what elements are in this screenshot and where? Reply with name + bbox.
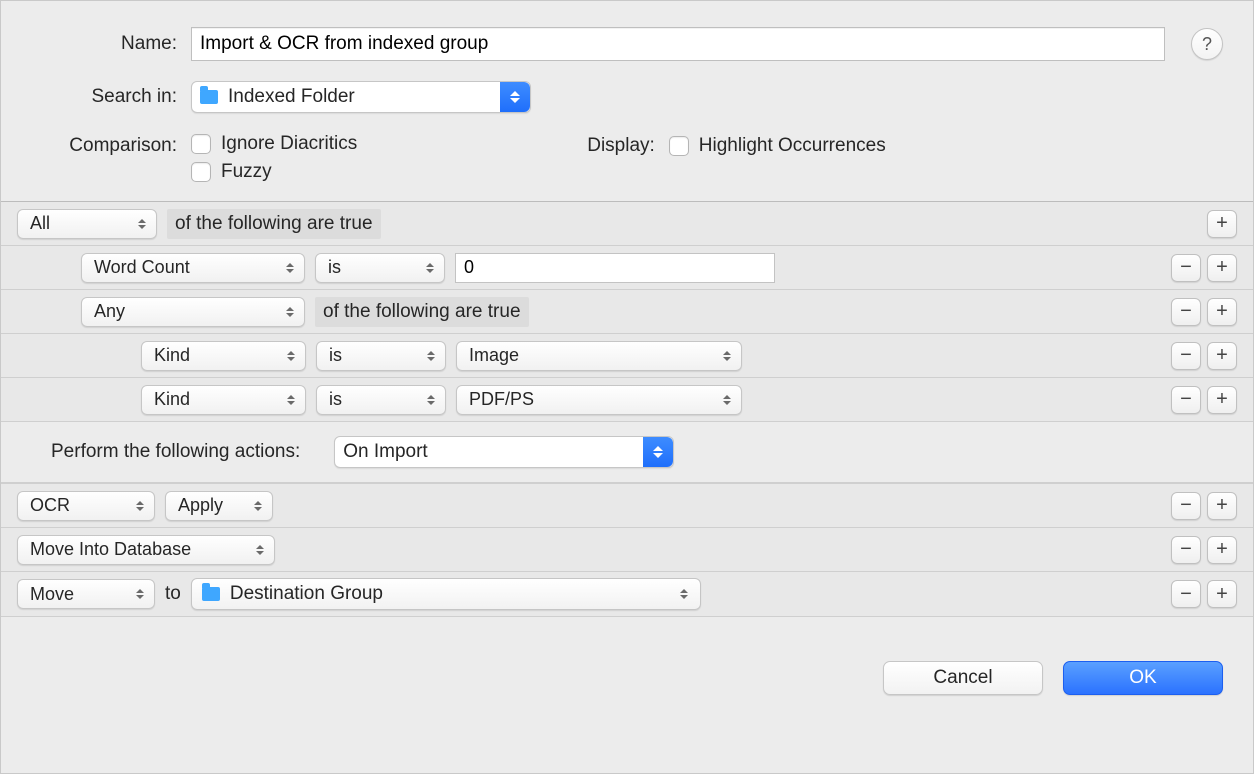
ignore-diacritics-checkbox[interactable] [191, 134, 211, 154]
add-action-button[interactable]: + [1207, 580, 1237, 608]
remove-rule-button[interactable]: − [1171, 298, 1201, 326]
value-select[interactable]: Image [456, 341, 742, 371]
name-label: Name: [31, 33, 191, 55]
name-input[interactable] [191, 27, 1165, 61]
updown-icon [719, 386, 735, 414]
updown-icon [250, 492, 266, 520]
updown-icon [252, 536, 268, 564]
updown-icon [283, 386, 299, 414]
destination-popup[interactable]: Destination Group [191, 578, 701, 610]
updown-icon [676, 579, 692, 609]
operator-select[interactable]: is [316, 341, 446, 371]
action-type-value: Move [30, 584, 74, 605]
field-value: Kind [154, 389, 190, 410]
add-action-button[interactable]: + [1207, 536, 1237, 564]
updown-icon [643, 437, 673, 467]
comparison-label: Comparison: [31, 133, 191, 157]
field-select[interactable]: Kind [141, 341, 306, 371]
actions-trigger-value: On Import [343, 441, 427, 463]
actions-trigger-popup[interactable]: On Import [334, 436, 674, 468]
field-select[interactable]: Word Count [81, 253, 305, 283]
operator-select[interactable]: is [315, 253, 445, 283]
actions-header-row: Perform the following actions: On Import [1, 422, 1253, 483]
nested-match-row: Any of the following are true − + [1, 290, 1253, 334]
action-type-value: OCR [30, 495, 70, 516]
value-input[interactable] [455, 253, 775, 283]
fuzzy-label: Fuzzy [221, 161, 272, 183]
operator-value: is [329, 389, 342, 410]
action-type-value: Move Into Database [30, 539, 191, 560]
field-select[interactable]: Kind [141, 385, 306, 415]
add-rule-button[interactable]: + [1207, 210, 1237, 238]
rule-row: Word Count is − + [1, 246, 1253, 290]
nested-match-value: Any [94, 301, 125, 322]
ok-button[interactable]: OK [1063, 661, 1223, 695]
field-value: Word Count [94, 257, 190, 278]
add-rule-button[interactable]: + [1207, 298, 1237, 326]
remove-action-button[interactable]: − [1171, 536, 1201, 564]
to-label: to [165, 583, 181, 605]
remove-action-button[interactable]: − [1171, 580, 1201, 608]
add-action-button[interactable]: + [1207, 492, 1237, 520]
root-match-select[interactable]: All [17, 209, 157, 239]
action-param-select[interactable]: Apply [165, 491, 273, 521]
field-value: Kind [154, 345, 190, 366]
search-in-value: Indexed Folder [228, 86, 355, 108]
folder-icon [202, 587, 220, 601]
action-type-select[interactable]: Move [17, 579, 155, 609]
rule-row: Kind is Image − + [1, 334, 1253, 378]
action-param-value: Apply [178, 495, 223, 516]
updown-icon [283, 342, 299, 370]
nested-match-select[interactable]: Any [81, 297, 305, 327]
updown-icon [422, 254, 438, 282]
rule-row: Kind is PDF/PS − + [1, 378, 1253, 422]
root-match-value: All [30, 213, 50, 234]
destination-value: Destination Group [230, 583, 383, 605]
action-type-select[interactable]: Move Into Database [17, 535, 275, 565]
updown-icon [132, 492, 148, 520]
action-type-select[interactable]: OCR [17, 491, 155, 521]
highlight-checkbox[interactable] [669, 136, 689, 156]
root-match-row: All of the following are true + [1, 202, 1253, 246]
action-row: Move Into Database − + [1, 528, 1253, 572]
root-match-suffix: of the following are true [167, 209, 381, 239]
add-rule-button[interactable]: + [1207, 342, 1237, 370]
add-rule-button[interactable]: + [1207, 386, 1237, 414]
add-rule-button[interactable]: + [1207, 254, 1237, 282]
updown-icon [500, 82, 530, 112]
action-row: Move to Destination Group − + [1, 572, 1253, 617]
perform-actions-label: Perform the following actions: [51, 441, 300, 463]
folder-icon [200, 90, 218, 104]
value-value: Image [469, 345, 519, 366]
value-value: PDF/PS [469, 389, 534, 410]
remove-rule-button[interactable]: − [1171, 342, 1201, 370]
remove-rule-button[interactable]: − [1171, 254, 1201, 282]
ignore-diacritics-label: Ignore Diacritics [221, 133, 357, 155]
highlight-label: Highlight Occurrences [699, 135, 886, 157]
updown-icon [719, 342, 735, 370]
updown-icon [282, 254, 298, 282]
help-button[interactable]: ? [1191, 28, 1223, 60]
remove-action-button[interactable]: − [1171, 492, 1201, 520]
display-label: Display: [587, 135, 655, 157]
operator-value: is [328, 257, 341, 278]
updown-icon [134, 210, 150, 238]
cancel-button[interactable]: Cancel [883, 661, 1043, 695]
operator-value: is [329, 345, 342, 366]
nested-match-suffix: of the following are true [315, 297, 529, 327]
updown-icon [132, 580, 148, 608]
remove-rule-button[interactable]: − [1171, 386, 1201, 414]
value-select[interactable]: PDF/PS [456, 385, 742, 415]
updown-icon [423, 342, 439, 370]
action-row: OCR Apply − + [1, 484, 1253, 528]
operator-select[interactable]: is [316, 385, 446, 415]
updown-icon [282, 298, 298, 326]
fuzzy-checkbox[interactable] [191, 162, 211, 182]
search-in-popup[interactable]: Indexed Folder [191, 81, 531, 113]
updown-icon [423, 386, 439, 414]
search-in-label: Search in: [31, 86, 191, 108]
